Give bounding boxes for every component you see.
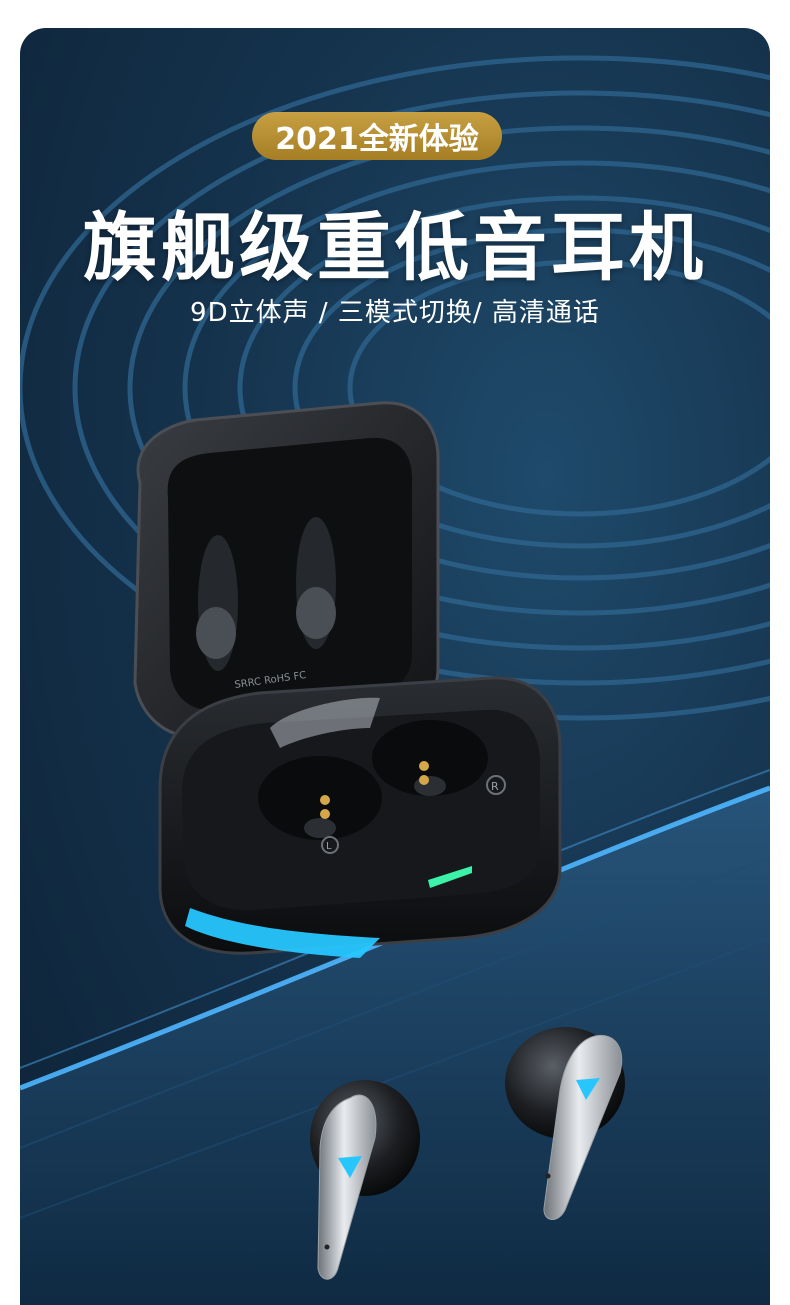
page-title: 旗舰级重低音耳机 <box>83 205 707 291</box>
svg-text:R: R <box>491 780 499 793</box>
product-poster: SRRC RoHS FC R L 2021全新体验 旗舰级重低音耳机 9D立体声… <box>20 28 770 1305</box>
charging-case: SRRC RoHS FC R L <box>133 401 562 958</box>
year-badge: 2021全新体验 <box>252 112 502 160</box>
feature-subtitle: 9D立体声 / 三模式切换/ 高清通话 <box>190 298 600 328</box>
svg-text:L: L <box>326 841 332 852</box>
